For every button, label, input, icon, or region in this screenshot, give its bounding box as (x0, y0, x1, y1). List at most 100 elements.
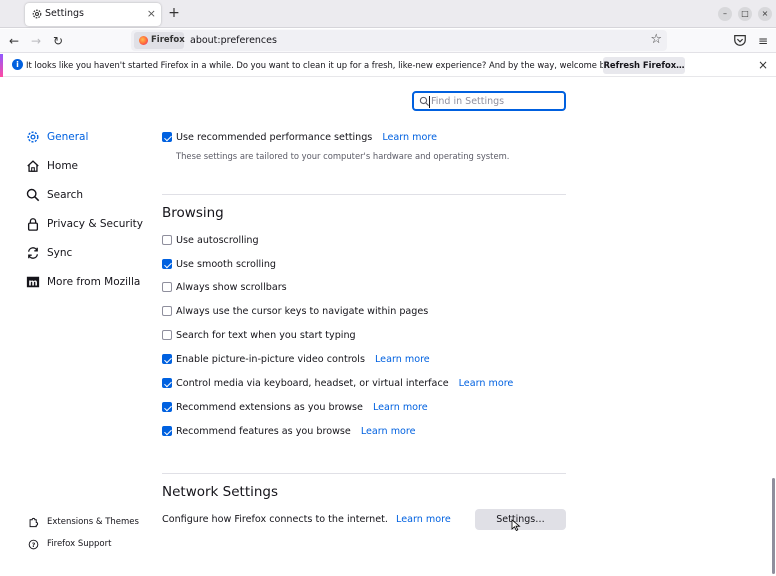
option-label: Use smooth scrolling (176, 258, 276, 270)
sidebar-item-privacy[interactable]: Privacy & Security (26, 214, 143, 234)
network-description-text: Configure how Firefox connects to the in… (162, 514, 388, 525)
search-icon (26, 188, 40, 202)
option-label: Recommend features as you browse (176, 425, 351, 437)
reload-button[interactable]: ↻ (49, 32, 67, 50)
checkbox[interactable] (162, 306, 172, 316)
network-heading: Network Settings (162, 484, 279, 500)
navigation-toolbar: ← → ↻ Firefox about:preferences ☆ ≡ (0, 29, 776, 53)
option-show-scrollbars[interactable]: Always show scrollbars (162, 280, 287, 294)
option-media-control[interactable]: Control media via keyboard, headset, or … (162, 376, 513, 390)
sidebar-item-general[interactable]: General (26, 127, 88, 147)
divider (162, 473, 566, 474)
search-placeholder: Find in Settings (431, 96, 505, 107)
option-smooth-scrolling[interactable]: Use smooth scrolling (162, 257, 276, 271)
checkbox[interactable] (162, 282, 172, 292)
mouse-pointer-icon (511, 519, 521, 531)
sidebar-item-label: Privacy & Security (47, 218, 143, 230)
checkbox[interactable] (162, 426, 172, 436)
identity-label: Firefox (151, 35, 185, 45)
svg-text:m: m (28, 279, 37, 289)
sidebar-item-label: General (47, 131, 89, 143)
url-bar[interactable]: Firefox about:preferences ☆ (131, 30, 667, 51)
help-icon: ? (28, 539, 39, 549)
option-label: Control media via keyboard, headset, or … (176, 377, 449, 389)
sidebar-item-home[interactable]: Home (26, 156, 78, 176)
sidebar-item-extensions-themes[interactable]: Extensions & Themes (28, 515, 139, 529)
identity-box[interactable]: Firefox (134, 32, 185, 49)
learn-more-link[interactable]: Learn more (459, 378, 514, 389)
pocket-icon[interactable] (733, 33, 747, 47)
sync-icon (27, 247, 39, 259)
mozilla-icon: m (26, 276, 40, 289)
gear-icon (32, 9, 42, 19)
back-button[interactable]: ← (5, 32, 23, 50)
browsing-heading: Browsing (162, 205, 224, 221)
puzzle-icon (29, 517, 39, 527)
option-label: Enable picture-in-picture video controls (176, 353, 365, 365)
bookmark-star-icon[interactable]: ☆ (650, 32, 662, 47)
option-search-typing[interactable]: Search for text when you start typing (162, 328, 356, 342)
search-input[interactable]: Find in Settings (412, 91, 566, 111)
sidebar-item-search[interactable]: Search (26, 185, 83, 205)
refresh-notification: i It looks like you haven't started Fire… (0, 54, 776, 77)
gear-icon (27, 131, 39, 143)
notification-accent (0, 54, 3, 77)
maximize-button[interactable]: □ (738, 7, 752, 21)
home-icon (27, 160, 39, 172)
firefox-logo-icon (139, 36, 148, 45)
option-label: Use autoscrolling (176, 234, 259, 246)
learn-more-link[interactable]: Learn more (375, 354, 430, 365)
option-label: Always show scrollbars (176, 281, 287, 293)
sidebar-footer-label: Firefox Support (47, 539, 112, 549)
learn-more-link[interactable]: Learn more (396, 514, 451, 525)
option-recommend-features[interactable]: Recommend features as you browse Learn m… (162, 424, 416, 438)
scrollbar-thumb[interactable] (772, 478, 775, 574)
option-label: Always use the cursor keys to navigate w… (176, 305, 429, 317)
info-icon: i (12, 59, 23, 70)
option-autoscrolling[interactable]: Use autoscrolling (162, 233, 259, 247)
sidebar-item-label: Sync (47, 247, 73, 259)
checkbox[interactable] (162, 378, 172, 388)
svg-text:?: ? (32, 541, 36, 548)
lock-icon (27, 218, 39, 231)
window-close-button[interactable]: × (758, 7, 772, 21)
new-tab-button[interactable]: + (166, 4, 182, 22)
option-cursor-keys[interactable]: Always use the cursor keys to navigate w… (162, 304, 428, 318)
option-label: Use recommended performance settings (176, 131, 373, 143)
url-text[interactable]: about:preferences (190, 35, 277, 46)
preferences-content: Find in Settings General Home Search Pri… (0, 78, 776, 576)
checkbox[interactable] (162, 235, 172, 245)
performance-description: These settings are tailored to your comp… (176, 151, 510, 161)
notification-close-button[interactable]: × (756, 57, 770, 73)
divider (162, 194, 566, 195)
performance-checkbox[interactable] (162, 132, 172, 142)
sidebar-item-label: More from Mozilla (47, 276, 141, 288)
checkbox[interactable] (162, 402, 172, 412)
sidebar-item-label: Search (47, 189, 84, 201)
menu-icon[interactable]: ≡ (756, 32, 770, 50)
tab-settings[interactable]: Settings × (25, 3, 161, 26)
tab-strip: Settings × + – □ × (0, 0, 776, 28)
option-picture-in-picture[interactable]: Enable picture-in-picture video controls… (162, 352, 430, 366)
checkbox[interactable] (162, 330, 172, 340)
learn-more-link[interactable]: Learn more (361, 426, 416, 437)
sidebar-item-more-from-mozilla[interactable]: m More from Mozilla (26, 272, 140, 292)
forward-button[interactable]: → (27, 32, 45, 50)
option-label: Search for text when you start typing (176, 329, 356, 341)
notification-text: It looks like you haven't started Firefo… (26, 60, 623, 70)
tab-close-button[interactable]: × (147, 7, 156, 21)
tab-title: Settings (45, 8, 84, 19)
option-label: Recommend extensions as you browse (176, 401, 363, 413)
option-recommend-extensions[interactable]: Recommend extensions as you browse Learn… (162, 400, 428, 414)
learn-more-link[interactable]: Learn more (382, 132, 437, 143)
checkbox[interactable] (162, 354, 172, 364)
sidebar-item-label: Home (47, 160, 79, 172)
sidebar-item-firefox-support[interactable]: ? Firefox Support (28, 537, 111, 551)
refresh-firefox-button[interactable]: Refresh Firefox… (603, 57, 685, 74)
learn-more-link[interactable]: Learn more (373, 402, 428, 413)
minimize-button[interactable]: – (718, 7, 732, 21)
text-caret (429, 96, 430, 108)
performance-option[interactable]: Use recommended performance settings Lea… (162, 130, 437, 144)
sidebar-item-sync[interactable]: Sync (26, 243, 72, 263)
checkbox[interactable] (162, 259, 172, 269)
